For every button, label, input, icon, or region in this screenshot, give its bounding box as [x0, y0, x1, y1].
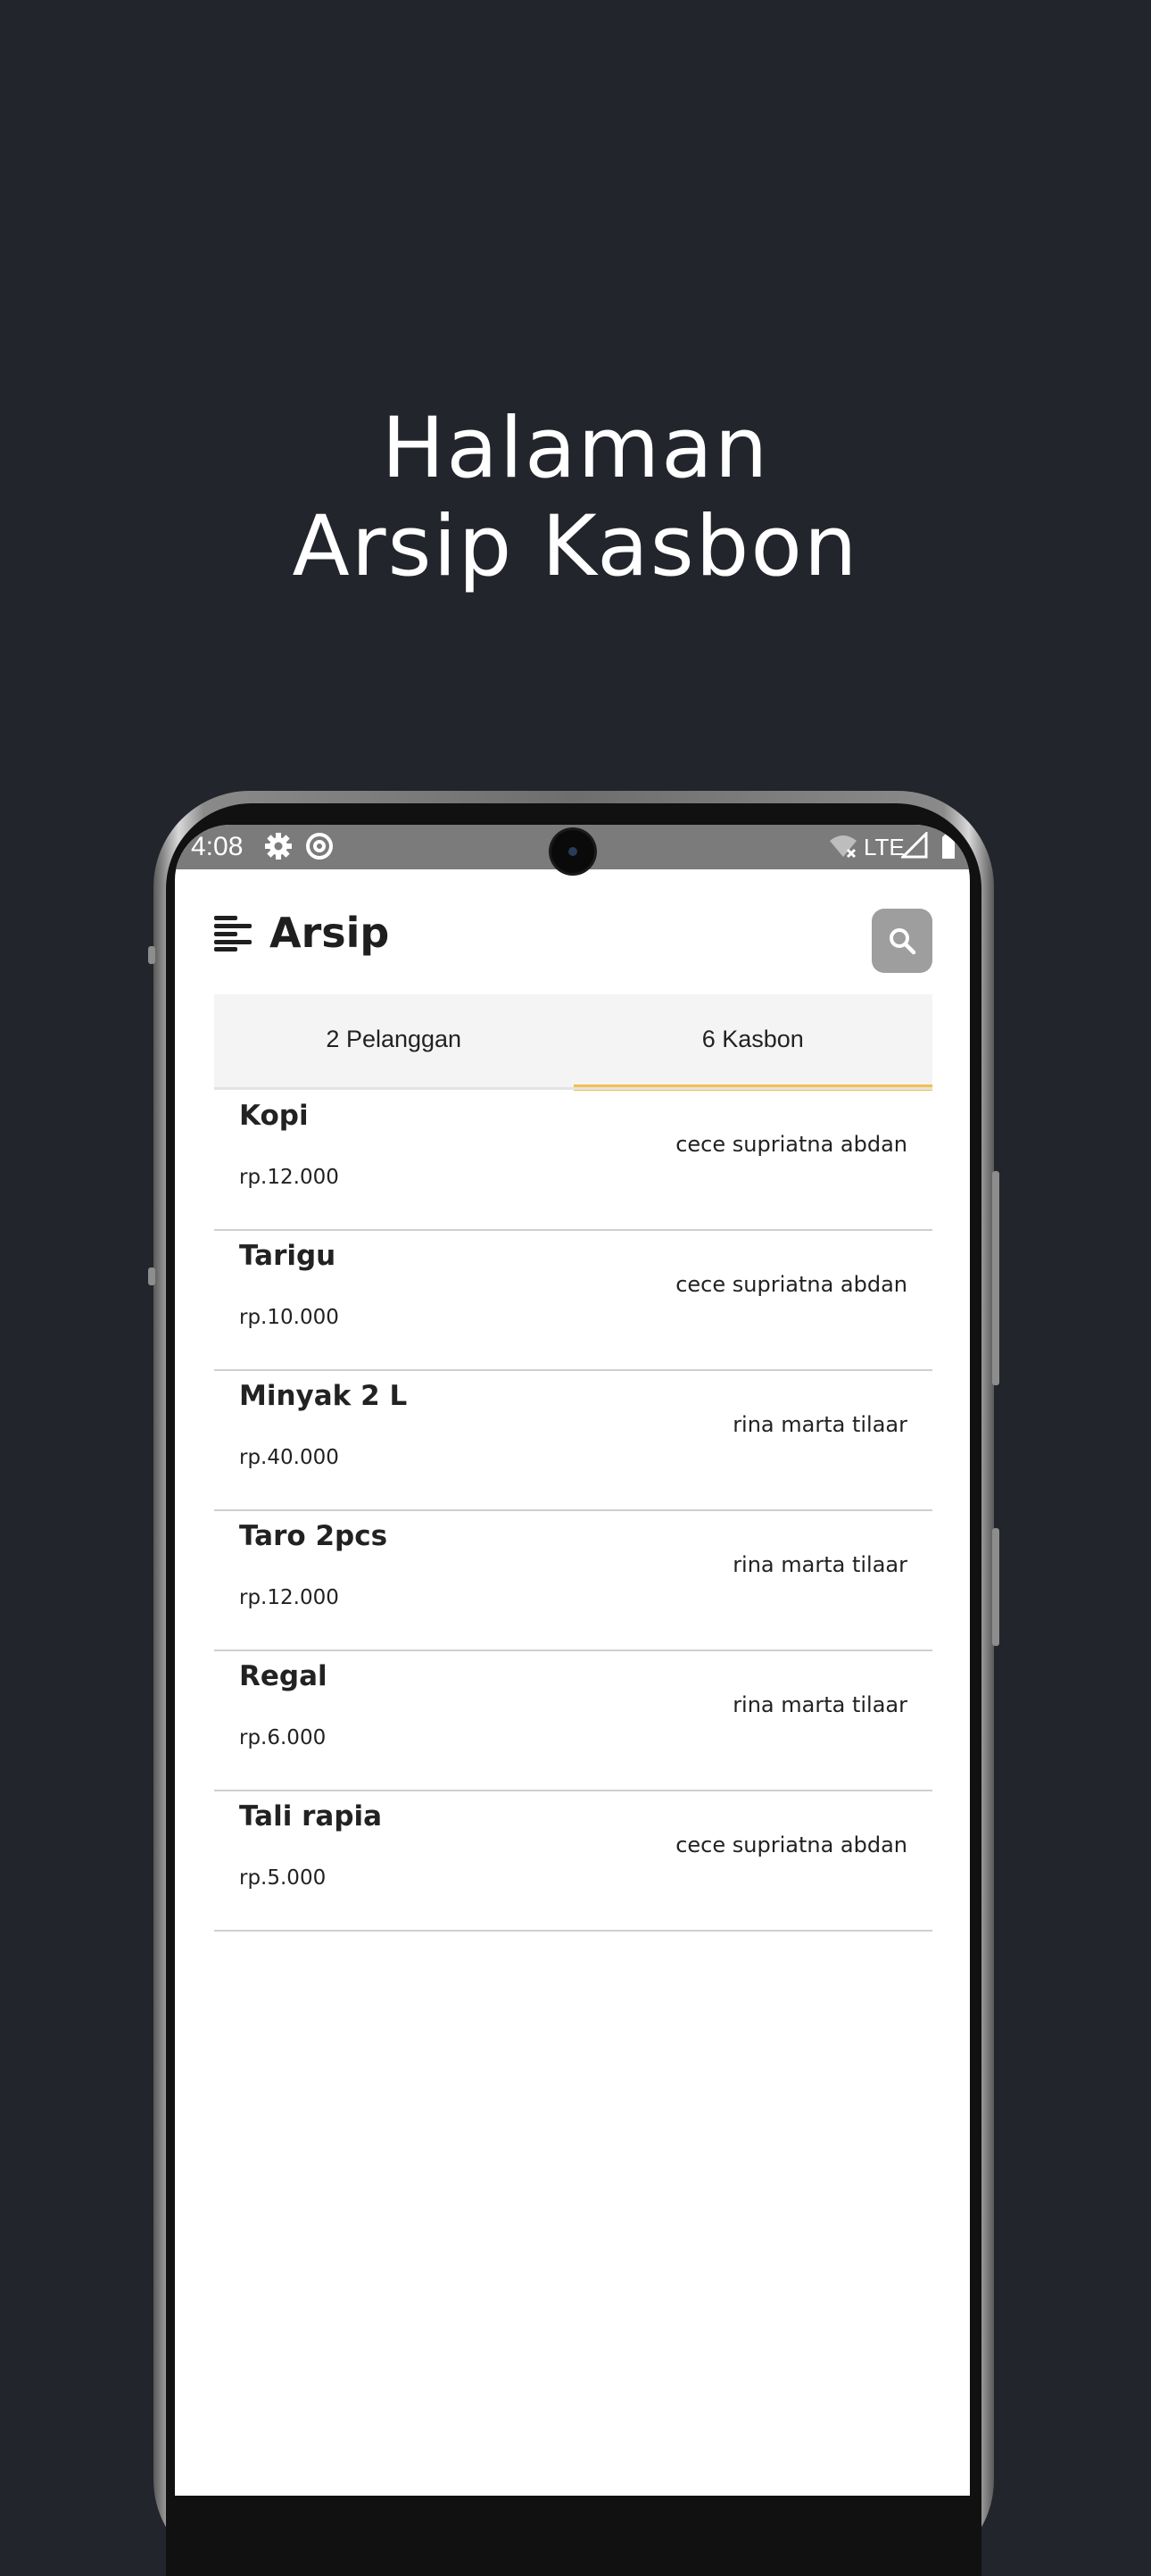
search-icon — [890, 928, 916, 955]
tab-kasbon[interactable]: 6 Kasbon — [573, 994, 933, 1091]
item-customer: cece supriatna abdan — [675, 1272, 907, 1297]
left-notch-1 — [148, 946, 155, 964]
menu-icon[interactable] — [214, 916, 253, 951]
app-bar: Arsip — [175, 869, 970, 994]
list-item[interactable]: Minyak 2 L rp.40.000 rina marta tilaar — [214, 1371, 932, 1511]
list-item[interactable]: Tali rapia rp.5.000 cece supriatna abdan — [214, 1791, 932, 1932]
network-label: LTE — [864, 834, 905, 860]
kasbon-list: Kopi rp.12.000 cece supriatna abdan Tari… — [214, 1091, 932, 1932]
at-sign-icon — [305, 832, 334, 867]
wifi-off-icon — [828, 832, 858, 867]
front-camera — [551, 830, 594, 873]
list-item[interactable]: Taro 2pcs rp.12.000 rina marta tilaar — [214, 1511, 932, 1651]
list-item[interactable]: Kopi rp.12.000 cece supriatna abdan — [214, 1091, 932, 1231]
item-name: Tali rapia — [239, 1800, 383, 1832]
search-button[interactable] — [872, 909, 932, 973]
list-item[interactable]: Regal rp.6.000 rina marta tilaar — [214, 1651, 932, 1791]
app-screen: 4:08 LTE Arsip 2 Pelanggan 6 Kasbon Kopi… — [175, 825, 970, 2496]
item-amount: rp.12.000 — [239, 1166, 339, 1189]
page-title: Arsip — [269, 909, 390, 957]
left-notch-2 — [148, 1267, 155, 1285]
promo-line-1: Halaman — [381, 400, 770, 497]
battery-icon — [939, 832, 958, 867]
item-customer: rina marta tilaar — [733, 1692, 907, 1717]
tab-pelanggan[interactable]: 2 Pelanggan — [214, 994, 574, 1087]
item-amount: rp.40.000 — [239, 1446, 339, 1469]
item-customer: cece supriatna abdan — [675, 1832, 907, 1857]
item-customer: rina marta tilaar — [733, 1552, 907, 1577]
item-name: Taro 2pcs — [239, 1520, 388, 1552]
power-button — [992, 1528, 999, 1646]
promo-headline: Halaman Arsip Kasbon — [0, 400, 1151, 596]
volume-button — [992, 1171, 999, 1385]
item-amount: rp.12.000 — [239, 1586, 339, 1609]
item-amount: rp.10.000 — [239, 1306, 339, 1329]
item-amount: rp.6.000 — [239, 1726, 327, 1749]
settings-icon — [264, 832, 293, 867]
item-customer: rina marta tilaar — [733, 1412, 907, 1437]
item-name: Regal — [239, 1660, 327, 1692]
signal-icon — [899, 830, 928, 865]
promo-line-2: Arsip Kasbon — [292, 498, 859, 595]
tab-bar: 2 Pelanggan 6 Kasbon — [214, 994, 933, 1091]
item-name: Tarigu — [239, 1240, 336, 1272]
item-amount: rp.5.000 — [239, 1866, 327, 1890]
item-customer: cece supriatna abdan — [675, 1132, 907, 1157]
list-item[interactable]: Tarigu rp.10.000 cece supriatna abdan — [214, 1231, 932, 1371]
status-time: 4:08 — [191, 832, 244, 861]
item-name: Minyak 2 L — [239, 1380, 408, 1412]
tabs-divider — [214, 1087, 932, 1090]
item-name: Kopi — [239, 1100, 309, 1132]
